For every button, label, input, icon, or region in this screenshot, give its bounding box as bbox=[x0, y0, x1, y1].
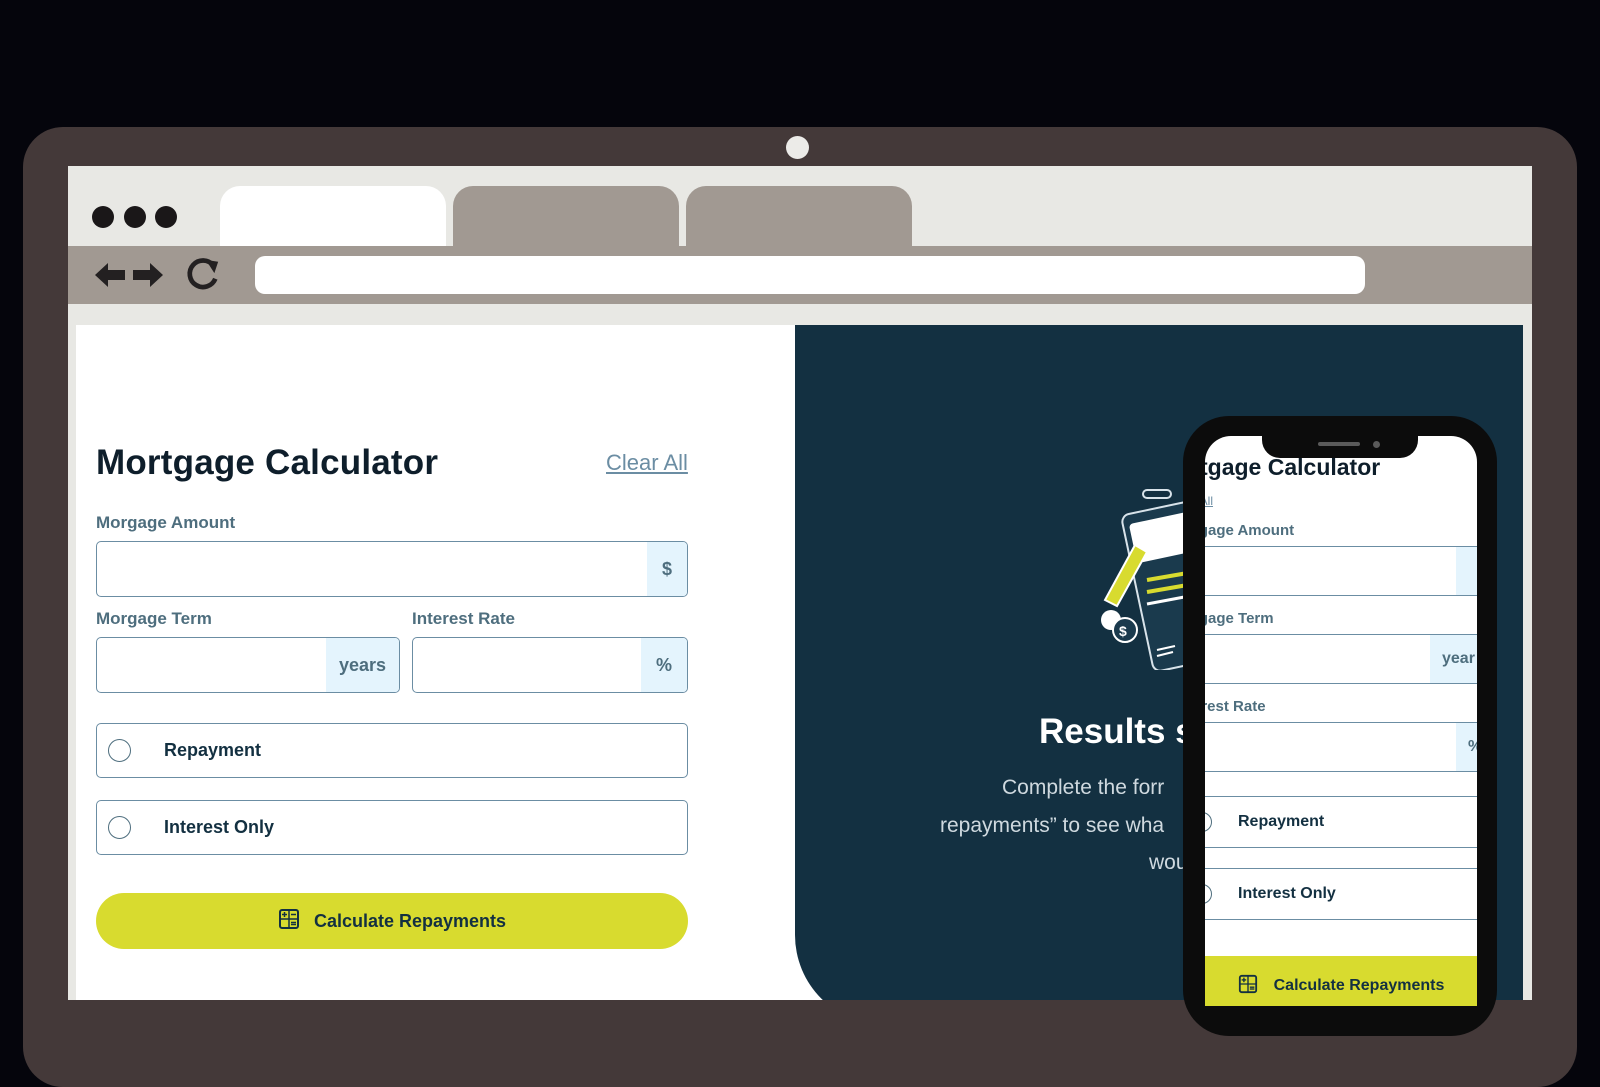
mobile-radio-circle[interactable] bbox=[1205, 812, 1212, 832]
interest-rate-field: % bbox=[412, 637, 688, 693]
radio-circle[interactable] bbox=[108, 739, 131, 762]
results-desc-line2: repayments” to see wha bbox=[940, 814, 1165, 837]
results-title: Results s bbox=[1039, 712, 1195, 751]
calculate-button-label: Calculate Repayments bbox=[313, 910, 507, 931]
results-desc-line3: wou bbox=[1149, 851, 1188, 874]
years-suffix: years bbox=[326, 638, 399, 692]
forward-arrow-icon[interactable] bbox=[130, 258, 166, 292]
phone-speaker bbox=[1318, 442, 1360, 446]
percent-suffix: % bbox=[641, 638, 687, 692]
browser-tab-active[interactable] bbox=[220, 186, 446, 248]
mobile-mortgage-term-label: rgage Term bbox=[1205, 610, 1274, 627]
tab-bar bbox=[68, 166, 1532, 248]
mortgage-amount-input[interactable] bbox=[97, 542, 687, 596]
mobile-calculate-button-label: Calculate Repayments bbox=[1273, 977, 1445, 994]
radio-repayment[interactable]: Repayment bbox=[96, 723, 688, 778]
mobile-radio-repayment-label: Repayment bbox=[1238, 813, 1325, 830]
mobile-radio-circle[interactable] bbox=[1205, 884, 1212, 904]
mortgage-amount-label: Morgage Amount bbox=[96, 513, 236, 532]
phone-screen: ortgage Calculator r All rgage Amount rg… bbox=[1205, 436, 1477, 1006]
mortgage-amount-field: $ bbox=[96, 541, 688, 597]
mobile-calculate-button[interactable]: Calculate Repayments bbox=[1205, 956, 1477, 1006]
reload-icon[interactable] bbox=[185, 258, 221, 292]
mobile-currency-suffix bbox=[1456, 547, 1477, 595]
interest-rate-label: Interest Rate bbox=[412, 609, 515, 628]
radio-interest-only-label: Interest Only bbox=[164, 817, 275, 837]
browser-toolbar bbox=[68, 246, 1532, 304]
window-dot-maximize[interactable] bbox=[155, 206, 177, 228]
mobile-percent-suffix: % bbox=[1456, 723, 1477, 771]
mobile-radio-interest-only[interactable]: Interest Only bbox=[1205, 868, 1477, 920]
calculator-icon bbox=[278, 908, 300, 935]
radio-interest-only[interactable]: Interest Only bbox=[96, 800, 688, 855]
calculate-repayments-button[interactable]: Calculate Repayments bbox=[96, 893, 688, 949]
address-bar[interactable] bbox=[255, 256, 1365, 294]
browser-tab-3[interactable] bbox=[686, 186, 912, 246]
mobile-mortgage-amount-field[interactable] bbox=[1205, 546, 1477, 596]
svg-text:$: $ bbox=[1119, 623, 1127, 639]
mobile-clear-all-link[interactable]: r All bbox=[1205, 494, 1213, 508]
mortgage-term-label: Morgage Term bbox=[96, 609, 212, 628]
back-arrow-icon[interactable] bbox=[92, 258, 128, 292]
mobile-years-suffix: year bbox=[1430, 635, 1477, 683]
phone-camera bbox=[1373, 441, 1380, 448]
mortgage-term-field: years bbox=[96, 637, 400, 693]
mobile-radio-interest-only-label: Interest Only bbox=[1238, 885, 1336, 902]
clear-all-link[interactable]: Clear All bbox=[606, 450, 688, 476]
results-desc-line1: Complete the forr bbox=[1002, 776, 1165, 799]
mobile-page-title: ortgage Calculator bbox=[1205, 454, 1381, 480]
window-dot-close[interactable] bbox=[92, 206, 114, 228]
radio-circle[interactable] bbox=[108, 816, 131, 839]
radio-repayment-label: Repayment bbox=[164, 740, 262, 760]
mobile-interest-rate-field[interactable]: % bbox=[1205, 722, 1477, 772]
laptop-camera bbox=[786, 136, 809, 159]
mobile-mortgage-term-field[interactable]: year bbox=[1205, 634, 1477, 684]
mobile-radio-repayment[interactable]: Repayment bbox=[1205, 796, 1477, 848]
mobile-calculator-icon bbox=[1238, 974, 1258, 999]
browser-tab-2[interactable] bbox=[453, 186, 679, 246]
phone-notch bbox=[1262, 436, 1418, 458]
currency-suffix: $ bbox=[647, 542, 687, 596]
mobile-mortgage-amount-label: rgage Amount bbox=[1205, 522, 1295, 539]
mobile-interest-rate-label: erest Rate bbox=[1205, 698, 1266, 715]
page-title: Mortgage Calculator bbox=[96, 443, 439, 482]
window-dot-minimize[interactable] bbox=[124, 206, 146, 228]
